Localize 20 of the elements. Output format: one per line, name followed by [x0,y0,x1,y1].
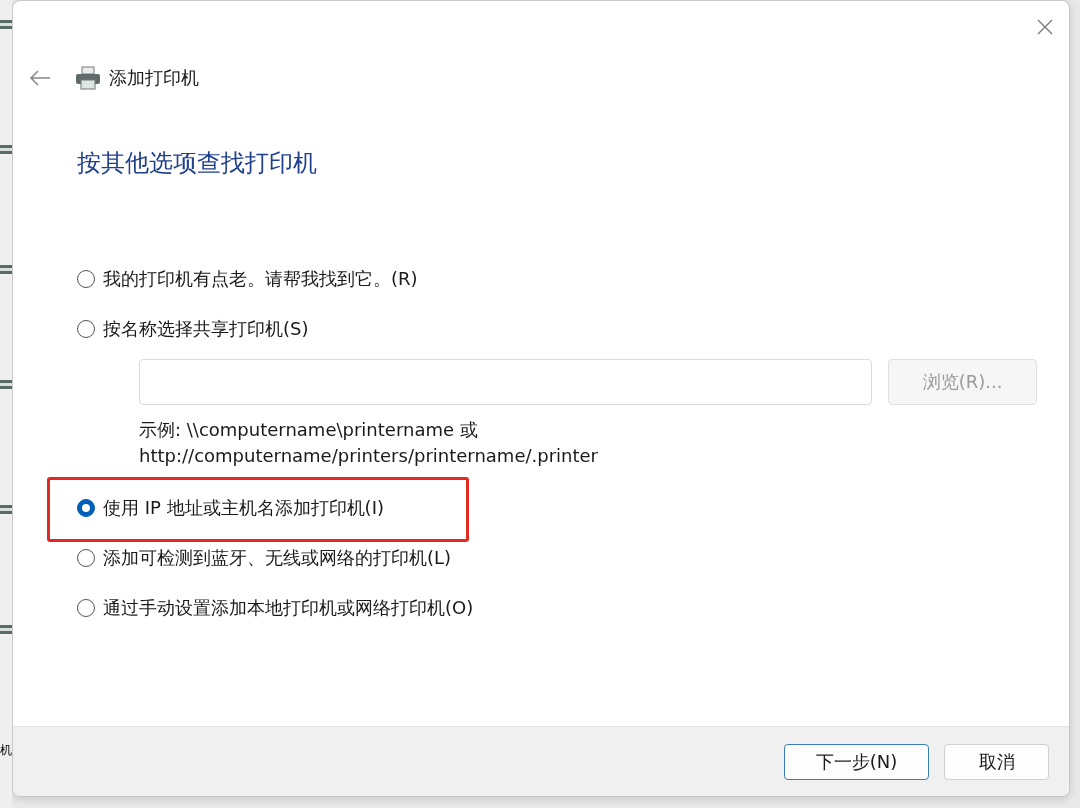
back-arrow-icon [29,70,51,86]
window-title: 添加打印机 [109,66,199,90]
example-text: 示例: \\computername\printername 或 [139,418,479,442]
radio-button[interactable] [77,599,95,617]
radio-button[interactable] [77,320,95,338]
radio-button[interactable] [77,549,95,567]
option-label[interactable]: 添加可检测到蓝牙、无线或网络的打印机(L) [103,546,452,570]
option-label[interactable]: 按名称选择共享打印机(S) [103,317,309,341]
radio-button[interactable] [77,270,95,288]
option-label[interactable]: 通过手动设置添加本地打印机或网络打印机(O) [103,596,474,620]
option-label[interactable]: 我的打印机有点老。请帮我找到它。(R) [103,267,418,291]
next-button[interactable]: 下一步(N) [784,743,929,780]
option-label[interactable]: 使用 IP 地址或主机名添加打印机(I) [103,496,384,520]
window-text: 机 [0,742,12,758]
example-text: http://computername/printers/printername/.printer [139,444,599,468]
close-icon [1037,19,1053,35]
cancel-button[interactable]: 取消 [944,743,1049,780]
page-heading: 按其他选项查找打印机 [77,148,318,179]
printer-name-field[interactable] [139,359,872,405]
radio-button[interactable] [77,499,95,517]
